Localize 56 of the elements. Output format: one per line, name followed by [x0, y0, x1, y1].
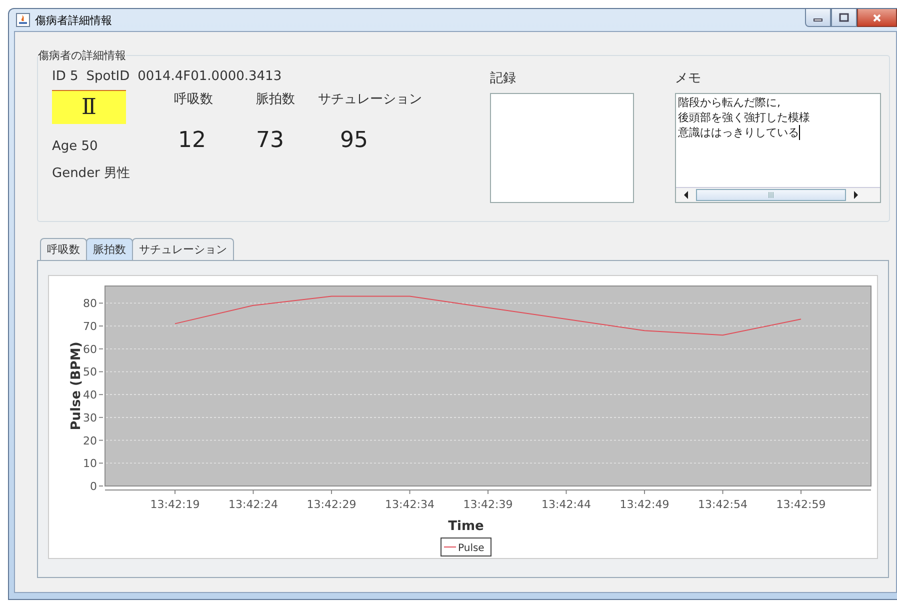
y-axis-title: Pulse (BPM) [69, 342, 84, 430]
horizontal-scrollbar[interactable] [676, 187, 880, 202]
tab[interactable]: サチュレーション [132, 238, 234, 260]
y-tick-label: 20 [83, 434, 97, 448]
gender-text: Gender 男性 [52, 165, 132, 182]
x-axis-title: Time [448, 519, 484, 534]
memo-line: 階段から転んだ際に, [678, 95, 782, 110]
tab[interactable]: 呼吸数 [40, 238, 87, 260]
vital-label: 呼吸数 [174, 91, 214, 108]
window-title: 傷病者詳細情報 [35, 12, 112, 28]
y-tick-label: 60 [83, 342, 97, 356]
vital-label: 脈拍数 [256, 91, 296, 108]
vital-value: 12 [178, 128, 207, 153]
tab[interactable]: 脈拍数 [86, 238, 133, 260]
x-tick-label: 13:42:39 [463, 498, 513, 511]
close-icon [872, 12, 882, 22]
minimize-button[interactable] [805, 9, 831, 27]
legend-label: Pulse [458, 543, 484, 554]
chart-legend: Pulse [440, 538, 492, 556]
x-tick-label: 13:42:19 [150, 498, 200, 511]
x-tick-label: 13:42:24 [228, 498, 278, 511]
x-tick-label: 13:42:59 [776, 498, 826, 511]
maximize-button[interactable] [831, 9, 857, 27]
close-button[interactable] [857, 9, 897, 27]
memo-line: 意識ははっきりしている [678, 125, 800, 140]
x-tick-label: 13:42:29 [306, 498, 356, 511]
maximize-icon [839, 12, 849, 22]
triage-badge: Ⅱ [52, 90, 126, 124]
group-title: 傷病者の詳細情報 [38, 48, 126, 63]
memo-label: メモ [675, 70, 702, 87]
vital-label: サチュレーション [318, 91, 423, 108]
vital-value: 73 [256, 128, 285, 153]
age-text: Age 50 [52, 139, 99, 154]
grip-icon [767, 191, 775, 199]
x-tick-label: 13:42:54 [698, 498, 748, 511]
app-icon [16, 13, 30, 27]
y-tick-label: 40 [83, 388, 97, 402]
record-label: 記録 [490, 70, 517, 87]
y-tick-label: 80 [83, 297, 97, 310]
spot-id-value: 0014.4F01.0000.3413 [138, 69, 282, 84]
x-tick-label: 13:42:34 [385, 498, 434, 511]
memo-field[interactable]: 階段から転んだ際に, 後頭部を強く強打した模様 意識ははっきりしている [675, 93, 881, 203]
spot-id-label: SpotID [86, 69, 130, 84]
y-tick-label: 50 [83, 366, 97, 379]
scroll-right-icon[interactable] [853, 191, 859, 199]
memo-line: 後頭部を強く強打した模様 [678, 110, 811, 125]
y-tick-label: 0 [90, 480, 97, 493]
x-tick-label: 13:42:49 [620, 498, 670, 511]
x-tick-label: 13:42:44 [542, 498, 591, 511]
record-field[interactable] [490, 93, 634, 203]
y-tick-label: 70 [83, 320, 97, 333]
y-tick-label: 30 [83, 411, 97, 424]
y-tick-label: 10 [83, 457, 97, 470]
id-text: ID 5 [52, 69, 78, 84]
scroll-left-icon[interactable] [683, 191, 689, 199]
vital-value: 95 [340, 128, 369, 153]
